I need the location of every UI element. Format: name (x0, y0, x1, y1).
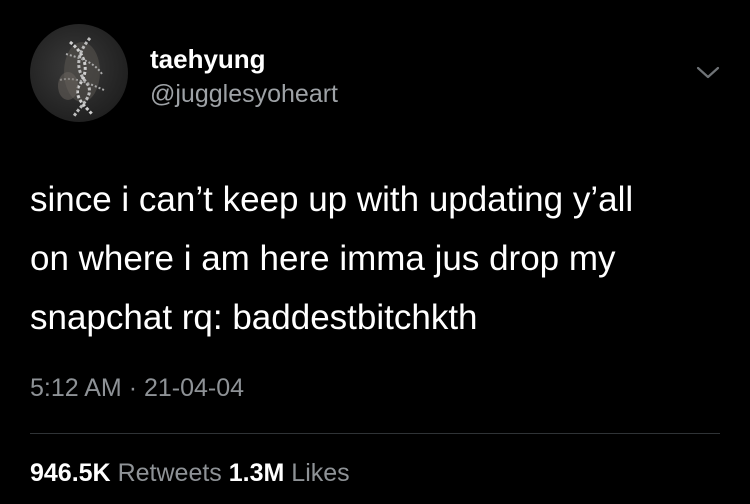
tweet-text: since i can’t keep up with updating y’al… (30, 170, 730, 347)
tweet-text-line: snapchat rq: baddestbitchkth (30, 298, 478, 337)
tweet-text-line: on where i am here imma jus drop my (30, 239, 616, 278)
tweet-card: taehyung @jugglesyoheart since i can’t k… (0, 0, 750, 504)
likes-stat[interactable]: 1.3M Likes (229, 459, 350, 487)
meta-separator: · (128, 374, 138, 402)
author-display-name[interactable]: taehyung (150, 44, 266, 75)
tweet-text-line: since i can’t keep up with updating y’al… (30, 180, 634, 219)
divider (30, 433, 720, 434)
avatar[interactable] (30, 24, 128, 122)
tweet-date: 21-04-04 (143, 374, 245, 402)
chevron-down-icon[interactable] (693, 62, 723, 84)
likes-label: Likes (291, 459, 350, 487)
author-handle[interactable]: @jugglesyoheart (150, 80, 338, 109)
likes-count: 1.3M (228, 459, 285, 487)
retweets-count: 946.5K (30, 459, 111, 487)
retweets-label: Retweets (117, 459, 222, 487)
tweet-stats: 946.5K Retweets 1.3M Likes (30, 459, 350, 488)
tweet-time: 5:12 AM (30, 374, 122, 402)
tweet-timestamp[interactable]: 5:12 AM · 21-04-04 (30, 374, 244, 403)
avatar-photo-icon (58, 37, 105, 117)
retweets-stat[interactable]: 946.5K Retweets (30, 459, 222, 487)
